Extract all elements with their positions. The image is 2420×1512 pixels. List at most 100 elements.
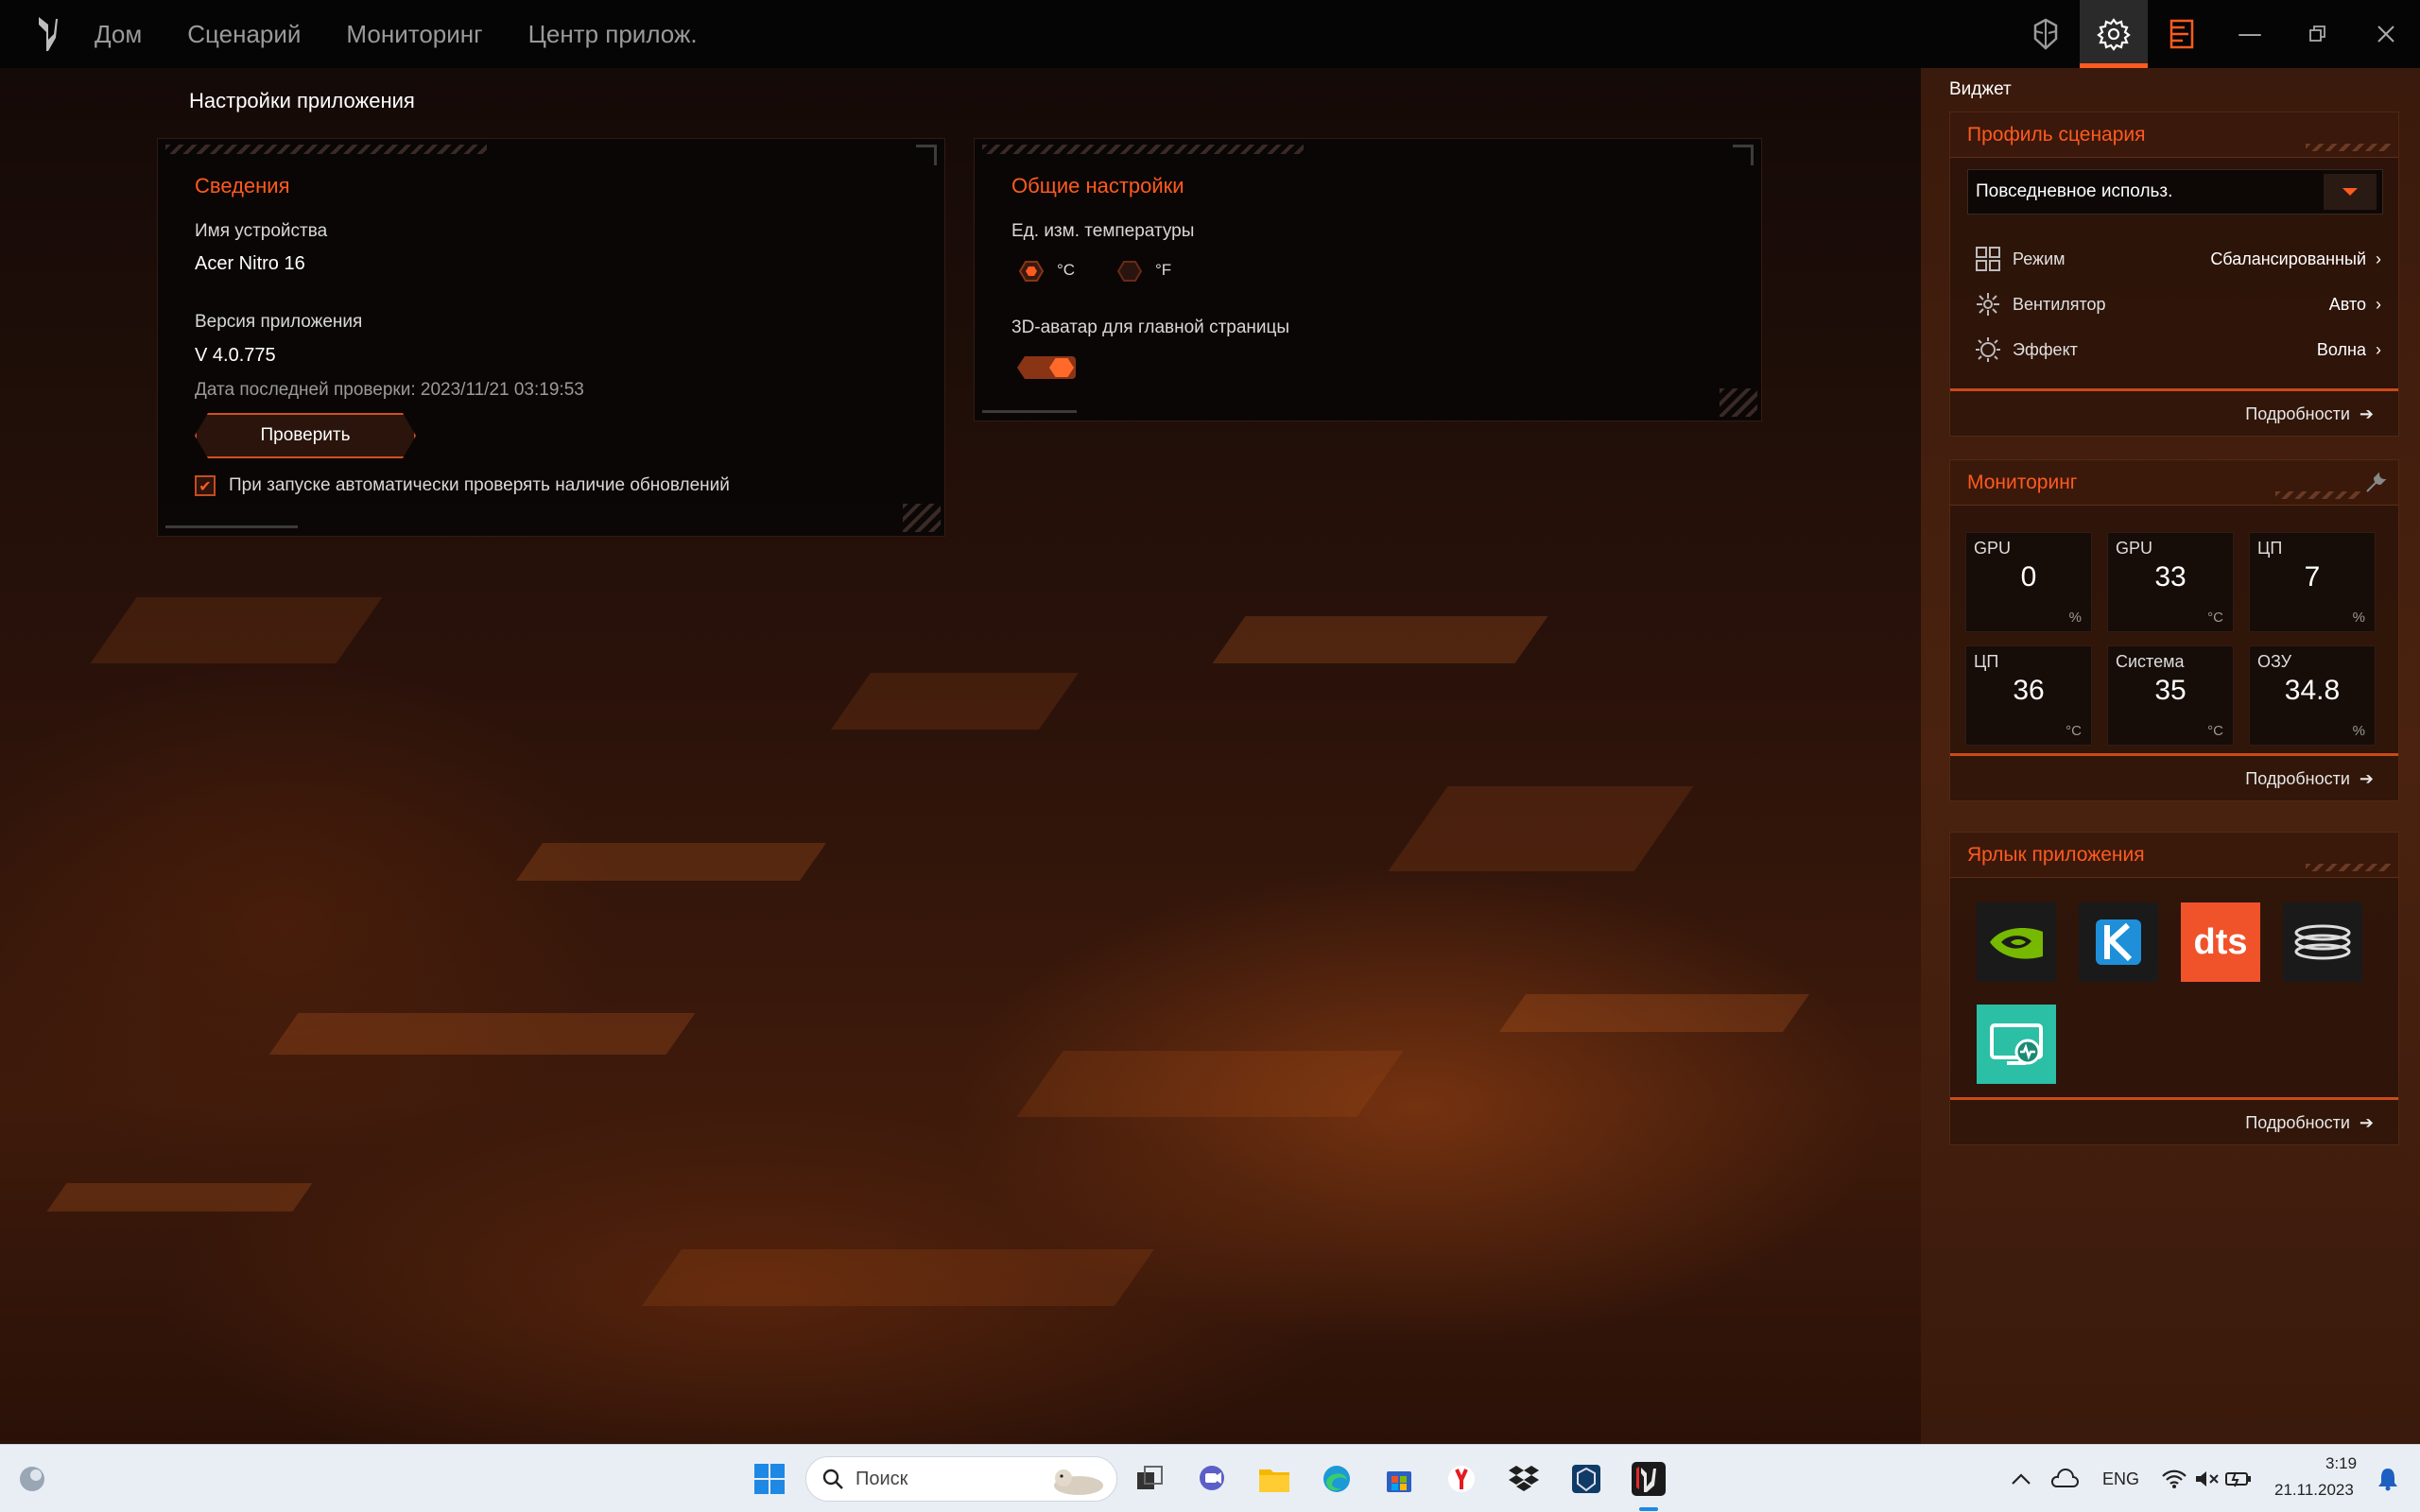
nav-app-center[interactable]: Центр прилож.	[528, 20, 698, 49]
tile-ram-load: ОЗУ 34.8 %	[2249, 645, 2376, 746]
edge-browser-icon[interactable]	[1316, 1458, 1357, 1500]
battery-icon[interactable]	[2218, 1458, 2259, 1500]
effect-label: Эффект	[2013, 339, 2078, 359]
nav-scenario[interactable]: Сценарий	[187, 20, 301, 49]
profile-row-effect[interactable]: Эффект Волна ›	[1975, 335, 2381, 364]
seal-search-highlight-icon	[1054, 1469, 1103, 1495]
k-app-icon[interactable]	[2079, 902, 2158, 982]
search-placeholder: Поиск	[856, 1468, 908, 1489]
chevron-right-icon: ›	[2376, 294, 2381, 314]
shortcuts-card-title: Ярлык приложения	[1967, 844, 2145, 866]
main-nav: Дом Сценарий Мониторинг Центр прилож.	[95, 20, 743, 49]
monitoring-card-title: Мониторинг	[1967, 472, 2078, 493]
arrow-right-icon: ➔	[2359, 404, 2374, 423]
effect-value: Волна	[2316, 339, 2366, 359]
notification-bell-icon[interactable]	[2367, 1458, 2409, 1500]
mode-value: Сбалансированный	[2210, 249, 2366, 268]
radio-celsius[interactable]	[1019, 261, 1044, 282]
profile-more-label: Подробности	[2245, 404, 2350, 423]
tile-system-temp: Система 35 °C	[2107, 645, 2234, 746]
helmet-button[interactable]	[2012, 0, 2080, 68]
auto-update-label: При запуске автоматически проверять нали…	[229, 475, 730, 495]
monitoring-card: Мониторинг GPU 0 % GPU 33 °C ЦП 7 % ЦП 3…	[1949, 459, 2399, 801]
dts-icon[interactable]: dts	[2181, 902, 2260, 982]
last-check-date: Дата последней проверки: 2023/11/21 03:1…	[195, 380, 584, 400]
profile-select[interactable]: Повседневное использ.	[1967, 169, 2383, 215]
chevron-up-icon[interactable]	[2000, 1458, 2042, 1500]
device-name-label: Имя устройства	[195, 221, 328, 241]
fan-value: Авто	[2328, 294, 2366, 314]
profile-select-value: Повседневное использ.	[1976, 181, 2173, 201]
profile-card-title: Профиль сценария	[1967, 124, 2146, 146]
close-button[interactable]	[2352, 0, 2420, 68]
fan-icon	[1977, 293, 1999, 316]
restore-icon	[2309, 26, 2325, 42]
list-icon	[2169, 19, 2194, 49]
checkmark-icon: ✔	[199, 476, 212, 495]
tile-gpu-temp: GPU 33 °C	[2107, 532, 2234, 632]
chevron-right-icon: ›	[2376, 339, 2381, 359]
screen-monitor-app-icon[interactable]	[1977, 1005, 2056, 1084]
grid-icon	[1976, 247, 2000, 271]
file-explorer-icon[interactable]	[1253, 1458, 1295, 1500]
info-section-title: Сведения	[195, 174, 290, 198]
avatar-3d-label: 3D-аватар для главной страницы	[1011, 318, 1290, 337]
dts-label: dts	[2193, 921, 2248, 962]
arrow-right-icon: ➔	[2359, 1113, 2374, 1132]
coil-app-icon[interactable]	[2283, 902, 2362, 982]
temp-unit-label: Ед. изм. температуры	[1011, 221, 1195, 241]
planet9-active-app-icon[interactable]	[1628, 1458, 1669, 1500]
fahrenheit-label: °F	[1155, 261, 1172, 279]
restore-button[interactable]	[2284, 0, 2352, 68]
nav-monitoring[interactable]: Мониторинг	[346, 20, 482, 49]
minimize-icon: —	[2238, 20, 2262, 48]
onedrive-sync-icon[interactable]	[2044, 1458, 2085, 1500]
tile-cpu-temp: ЦП 36 °C	[1965, 645, 2092, 746]
page-title: Настройки приложения	[189, 89, 415, 112]
tile-cpu-load: ЦП 7 %	[2249, 532, 2376, 632]
wrench-icon[interactable]	[2364, 472, 2387, 494]
windows-start-icon[interactable]	[749, 1458, 790, 1500]
shortcuts-more-link[interactable]: Подробности ➔	[2245, 1113, 2374, 1133]
microsoft-store-icon[interactable]	[1378, 1458, 1420, 1500]
avatar-3d-toggle[interactable]	[1017, 356, 1076, 379]
sun-icon	[1976, 337, 2000, 362]
mode-label: Режим	[2013, 249, 2066, 268]
dropbox-icon[interactable]	[1503, 1458, 1545, 1500]
weather-icon[interactable]	[11, 1458, 53, 1500]
check-updates-button[interactable]: Проверить	[195, 413, 416, 458]
shortcuts-more-label: Подробности	[2245, 1113, 2350, 1132]
settings-button[interactable]	[2080, 0, 2148, 68]
nitro-sense-taskbar-icon[interactable]	[1565, 1458, 1607, 1500]
topbar-actions: —	[2012, 0, 2420, 68]
nvidia-icon[interactable]	[1977, 902, 2056, 982]
auto-update-checkbox[interactable]: ✔	[195, 475, 216, 496]
profile-more-link[interactable]: Подробности ➔	[2245, 404, 2374, 424]
monitoring-more-link[interactable]: Подробности ➔	[2245, 769, 2374, 789]
yandex-browser-icon[interactable]	[1441, 1458, 1482, 1500]
app-version-value: V 4.0.775	[195, 345, 276, 366]
clock-date[interactable]: 21.11.2023	[2274, 1481, 2354, 1500]
device-name-value: Acer Nitro 16	[195, 253, 305, 274]
widget-title: Виджет	[1949, 79, 2012, 99]
radio-fahrenheit[interactable]	[1117, 261, 1142, 282]
profile-row-mode[interactable]: Режим Сбалансированный ›	[1975, 245, 2381, 273]
taskbar-search[interactable]: Поиск	[805, 1456, 1117, 1502]
profile-row-fan[interactable]: Вентилятор Авто ›	[1975, 290, 2381, 318]
app-logo	[0, 0, 95, 68]
app-version-label: Версия приложения	[195, 312, 363, 332]
helmet-icon	[2033, 18, 2058, 50]
general-section-title: Общие настройки	[1011, 174, 1184, 198]
clock-time[interactable]: 3:19	[2325, 1454, 2357, 1473]
shortcuts-card: Ярлык приложения dts Подробности ➔	[1949, 832, 2399, 1145]
profile-card: Профиль сценария Повседневное использ. Р…	[1949, 112, 2399, 437]
chevron-down-icon	[2342, 188, 2358, 196]
notes-button[interactable]	[2148, 0, 2216, 68]
nav-home[interactable]: Дом	[95, 20, 142, 49]
close-icon	[2377, 26, 2394, 43]
chat-icon[interactable]	[1191, 1458, 1233, 1500]
task-view-icon[interactable]	[1129, 1458, 1170, 1500]
language-indicator[interactable]: ENG	[2102, 1469, 2139, 1489]
minimize-button[interactable]: —	[2216, 0, 2284, 68]
chevron-right-icon: ›	[2376, 249, 2381, 268]
